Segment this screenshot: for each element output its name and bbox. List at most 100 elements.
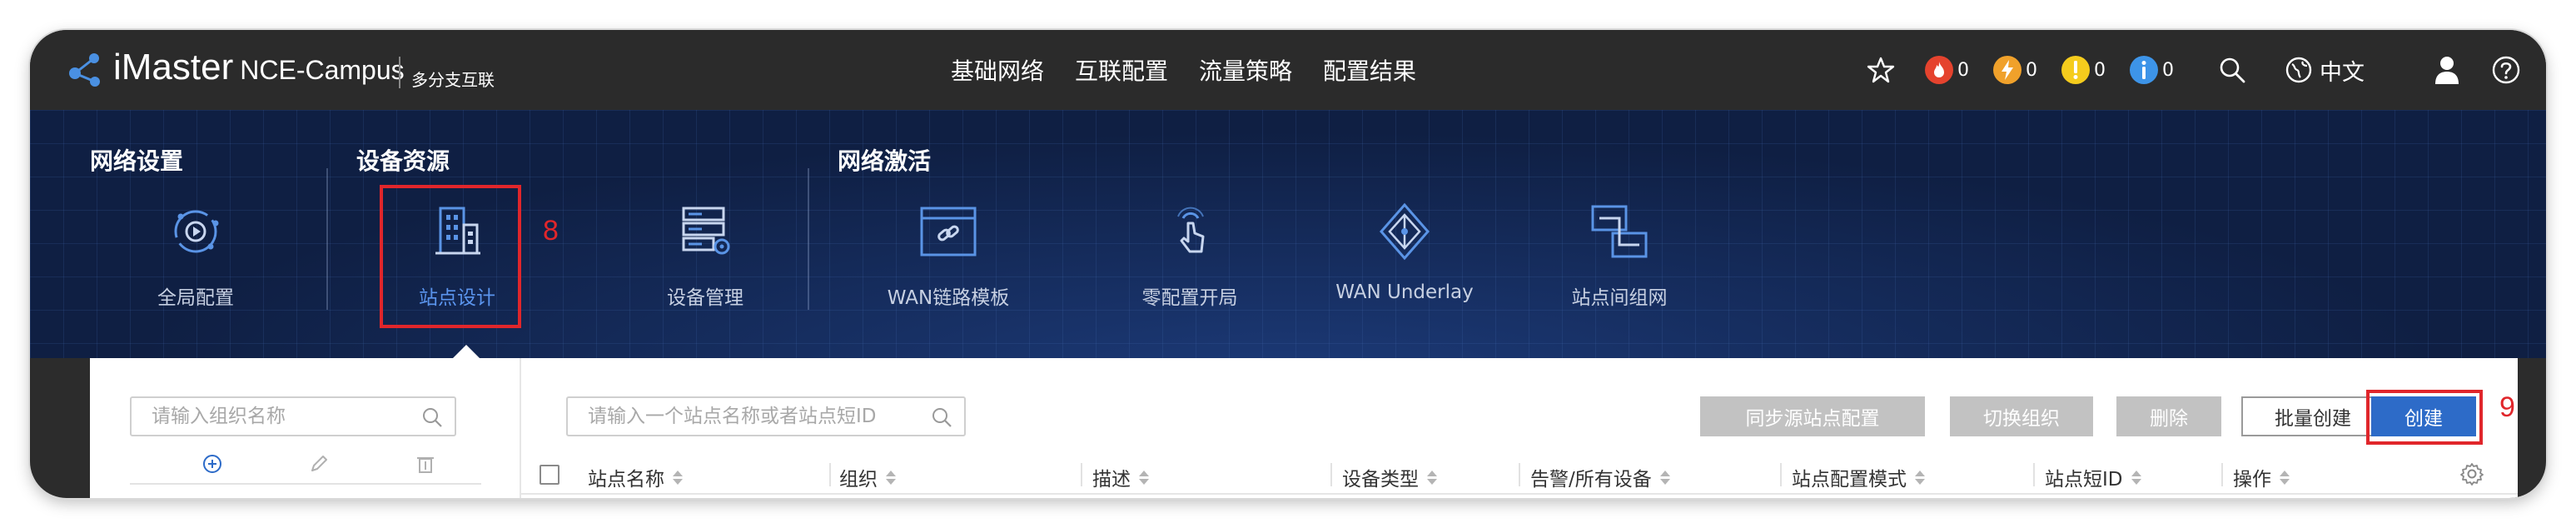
lightning-icon	[1993, 56, 2022, 84]
edit-icon[interactable]	[308, 453, 330, 475]
highlight-box	[380, 185, 521, 328]
info-icon	[2130, 56, 2158, 84]
sync-source-site-button[interactable]: 同步源站点配置	[1700, 396, 1925, 436]
alarm-critical-count: 0	[1957, 59, 1969, 81]
column-site-short-id[interactable]: 站点短ID	[2045, 463, 2141, 491]
site-list-panel: 同步源站点配置 切换组织 删除 批量创建 创建 9 站点名称 组织 描述 设备类…	[90, 358, 2518, 498]
language-label: 中文	[2320, 59, 2365, 86]
star-icon[interactable]	[1867, 56, 1895, 84]
site-search-input[interactable]	[568, 398, 964, 435]
section-network-settings: 网络设置	[90, 147, 184, 175]
column-divider	[829, 463, 831, 486]
sort-icon[interactable]	[1427, 469, 1437, 486]
alarm-minor[interactable]: 0	[2061, 53, 2106, 87]
alarm-info[interactable]: 0	[2130, 53, 2174, 87]
tile-wan-underlay[interactable]: WAN Underlay	[1334, 200, 1475, 303]
alarm-critical[interactable]: 0	[1925, 53, 1969, 87]
switch-org-button[interactable]: 切换组织	[1950, 396, 2093, 436]
language-switch[interactable]: 中文	[2285, 53, 2365, 87]
link-template-icon	[920, 207, 977, 257]
section-divider	[808, 168, 809, 310]
nav-basic-network[interactable]: 基础网络	[951, 53, 1044, 87]
section-divider	[326, 168, 328, 310]
tile-wan-link-template-label: WAN链路模板	[887, 287, 1010, 309]
sort-icon[interactable]	[1915, 469, 1925, 486]
tile-device-management-label: 设备管理	[667, 287, 743, 309]
column-label: 站点短ID	[2045, 469, 2123, 491]
sort-icon[interactable]	[2131, 469, 2141, 486]
tile-inter-site-network[interactable]: 站点间组网	[1549, 200, 1690, 310]
site-network-icon	[1591, 205, 1648, 258]
nav-traffic-policy[interactable]: 流量策略	[1199, 53, 1292, 87]
org-tree-panel	[90, 358, 521, 498]
tile-device-management[interactable]: 设备管理	[634, 200, 776, 310]
delete-button[interactable]: 删除	[2116, 396, 2221, 436]
sort-icon[interactable]	[2280, 469, 2290, 486]
column-divider	[1780, 463, 1782, 486]
function-panel: 网络设置 设备资源 网络激活 全局配置 站点设计 设备管理 WAN链路模板 零配…	[30, 110, 2546, 358]
sort-icon[interactable]	[1139, 469, 1149, 486]
divider	[130, 483, 481, 485]
sort-icon[interactable]	[1659, 469, 1670, 486]
column-actions[interactable]: 操作	[2233, 463, 2290, 491]
column-divider	[2033, 463, 2035, 486]
brand-product: NCE-Campus	[240, 55, 405, 85]
select-all-checkbox[interactable]	[540, 465, 559, 485]
column-divider	[1330, 463, 1332, 486]
exclamation-icon	[2061, 56, 2090, 84]
tile-zero-touch[interactable]: 零配置开局	[1119, 200, 1261, 310]
org-search-field[interactable]	[130, 396, 456, 436]
flame-icon	[1925, 56, 1953, 84]
help-icon[interactable]	[2491, 55, 2521, 85]
column-description[interactable]: 描述	[1092, 463, 1149, 491]
search-icon[interactable]	[931, 406, 952, 428]
search-icon[interactable]	[421, 406, 443, 428]
gear-icon[interactable]	[2459, 461, 2484, 486]
column-label: 描述	[1092, 469, 1131, 491]
global-config-icon	[174, 210, 219, 253]
column-alarm-devices[interactable]: 告警/所有设备	[1530, 463, 1670, 491]
tile-wan-link-template[interactable]: WAN链路模板	[878, 200, 1019, 310]
column-divider	[1519, 463, 1520, 486]
nav-config-result[interactable]: 配置结果	[1323, 53, 1416, 87]
brand-divider	[399, 57, 400, 88]
column-label: 组织	[839, 469, 878, 491]
alarm-info-count: 0	[2162, 59, 2174, 81]
column-config-mode[interactable]: 站点配置模式	[1792, 463, 1925, 491]
brand-title: iMaster NCE-Campus	[113, 47, 405, 88]
column-label: 站点名称	[588, 469, 664, 491]
org-search-input[interactable]	[132, 398, 455, 435]
user-icon[interactable]	[2433, 55, 2461, 85]
sort-icon[interactable]	[886, 469, 896, 486]
globe-icon	[2285, 57, 2312, 83]
alarm-major[interactable]: 0	[1993, 53, 2037, 87]
column-label: 告警/所有设备	[1530, 469, 1652, 491]
column-label: 操作	[2233, 469, 2271, 491]
tile-wan-underlay-label: WAN Underlay	[1335, 281, 1474, 303]
column-site-name[interactable]: 站点名称	[588, 463, 683, 491]
add-icon[interactable]	[201, 453, 223, 475]
main-nav: 基础网络 互联配置 流量策略 配置结果	[951, 53, 1447, 87]
site-table-header: 站点名称 组织 描述 设备类型 告警/所有设备 站点配置模式 站点短ID 操作	[521, 455, 2518, 495]
tile-zero-touch-label: 零配置开局	[1141, 287, 1238, 309]
delete-icon[interactable]	[415, 453, 436, 475]
site-search-field[interactable]	[566, 396, 966, 436]
alarm-minor-count: 0	[2094, 59, 2106, 81]
brand-subtitle: 多分支互联	[411, 70, 495, 90]
highlight-box	[2366, 390, 2483, 445]
column-divider	[1081, 463, 1082, 486]
top-bar: iMaster NCE-Campus 多分支互联 基础网络 互联配置 流量策略 配…	[30, 30, 2546, 110]
batch-create-button[interactable]: 批量创建	[2241, 396, 2385, 436]
tile-global-config[interactable]: 全局配置	[125, 200, 266, 310]
column-device-type[interactable]: 设备类型	[1342, 463, 1437, 491]
underlay-icon	[1380, 202, 1430, 261]
tile-global-config-label: 全局配置	[157, 287, 234, 309]
nav-interconnect-config[interactable]: 互联配置	[1075, 53, 1168, 87]
column-org[interactable]: 组织	[839, 463, 896, 491]
brand-name: iMaster	[113, 47, 234, 87]
section-device-resources: 设备资源	[356, 147, 450, 175]
search-icon[interactable]	[2218, 56, 2246, 84]
sort-icon[interactable]	[673, 469, 683, 486]
app-window: iMaster NCE-Campus 多分支互联 基础网络 互联配置 流量策略 配…	[30, 30, 2546, 498]
touch-icon	[1177, 207, 1205, 253]
